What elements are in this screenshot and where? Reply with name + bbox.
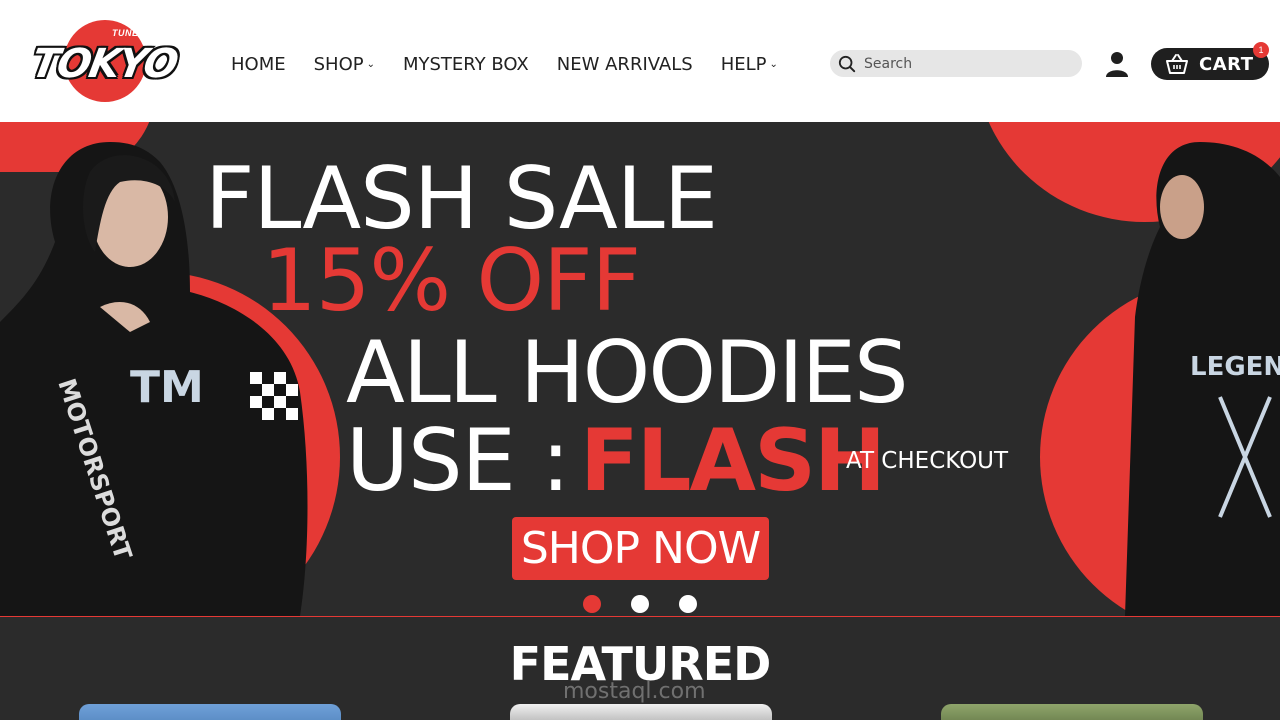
search-input[interactable] [864,55,1064,72]
featured-product-card-1[interactable] [79,704,341,720]
nav-home[interactable]: HOME [231,54,286,75]
chevron-down-icon: ⌄ [366,58,375,70]
featured-section: FEATURED mostaql.com [0,616,1280,720]
search-icon [838,55,856,72]
hero-use-label: USE : [346,411,570,511]
hero-discount: 15% OFF [262,231,641,331]
hero-headline: FLASH SALE [205,149,718,249]
cart-count-badge: 1 [1253,42,1269,58]
nav-shop[interactable]: SHOP ⌄ [314,54,375,75]
main-nav: HOME SHOP ⌄ MYSTERY BOX NEW ARRIVALS HELP… [231,50,806,78]
basket-icon [1166,54,1188,74]
promo-code: FLASH [580,411,886,511]
site-header: TUNED IN TOKYO HOME SHOP ⌄ MYSTERY BOX NE… [0,0,1280,122]
model-right-back-text: LEGEND [1190,352,1280,382]
chevron-down-icon: ⌄ [769,58,778,70]
featured-product-card-3[interactable] [941,704,1203,720]
logo-wordmark: TOKYO [28,41,180,87]
account-button[interactable] [1104,50,1130,78]
model-right-image: LEGEND [1125,142,1280,616]
search-bar[interactable] [830,50,1082,77]
nav-new-arrivals[interactable]: NEW ARRIVALS [557,54,693,75]
brand-logo[interactable]: TUNED IN TOKYO [28,20,180,104]
hero-banner[interactable]: TM MOTORSPORT LEGEND FLASH SALE 15% OFF … [0,122,1280,616]
logo-tagline: TUNED IN [112,28,159,38]
cart-label: CART [1199,53,1254,75]
slider-dots [583,595,727,613]
model-left-chest-text: TM [130,362,204,413]
slide-dot-3[interactable] [679,595,697,613]
cart-button[interactable]: CART 1 [1151,42,1269,80]
featured-product-card-2[interactable] [510,704,772,720]
slide-dot-1[interactable] [583,595,601,613]
nav-mystery-box[interactable]: MYSTERY BOX [403,54,529,75]
watermark: mostaql.com [563,679,706,704]
nav-help[interactable]: HELP ⌄ [721,54,778,75]
hero-checkout-note: AT CHECKOUT [846,448,1009,474]
shop-now-button[interactable]: SHOP NOW [512,517,769,580]
hero-product-line: ALL HOODIES [346,323,909,423]
slide-dot-2[interactable] [631,595,649,613]
user-icon [1106,52,1128,77]
